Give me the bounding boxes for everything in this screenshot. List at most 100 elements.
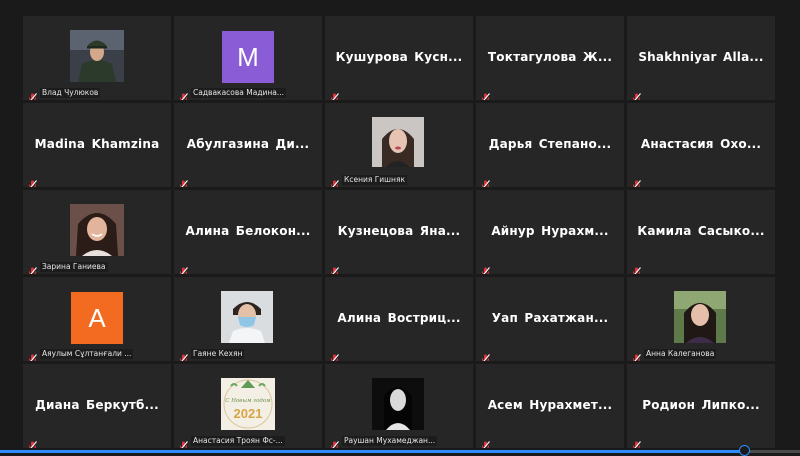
participant-tile[interactable]: Абулгазина Ди... [174,103,322,187]
participant-display-name: Аяулым Сұлтанғали ... [40,349,133,359]
muted-microphone-icon [330,349,339,359]
participant-display-name: Раушан Мухамеджан... [342,436,437,446]
participant-name: Алина Белокон... [174,224,322,238]
participant-name: Уап Рахатжан... [476,311,624,325]
muted-microphone-icon [632,349,641,359]
participant-label: Ксения Гишняк [330,174,407,185]
participant-tile[interactable]: Ксения Гишняк [325,103,473,187]
muted-microphone-icon [28,175,37,185]
muted-microphone-icon [28,349,37,359]
participant-display-name: Влад Чулюков [40,88,100,98]
muted-microphone-icon [179,88,188,98]
participant-tile[interactable]: Кушурова Кусн... [325,16,473,100]
participant-tile[interactable]: Айнур Нурахм... [476,190,624,274]
muted-microphone-icon [28,88,37,98]
avatar: A [71,292,123,344]
participant-tile[interactable]: С Новым годом 2021 Анастасия Троян Фс-... [174,364,322,448]
avatar: M [222,31,274,83]
participant-tile[interactable]: Shakhniyar Alla... [627,16,775,100]
participant-label [481,87,493,98]
progress-thumb[interactable] [739,445,750,456]
participant-name: Родион Липко... [627,398,775,412]
participant-gallery: Влад Чулюков M Садвакасова Мадина... Кушуро… [0,0,800,453]
participant-name: Кушурова Кусн... [325,50,473,64]
video-thumbnail: С Новым годом 2021 [221,378,275,430]
participant-tile[interactable]: Алина Востриц... [325,277,473,361]
participant-tile[interactable]: Токтагулова Ж... [476,16,624,100]
participant-label [179,261,191,272]
participant-tile[interactable]: Зарина Ганиева [23,190,171,274]
participant-label: Зарина Ганиева [28,261,108,272]
participant-name: Камила Сасыко... [627,224,775,238]
participant-label: Влад Чулюков [28,87,100,98]
participant-tile[interactable]: Madina Khamzina [23,103,171,187]
muted-microphone-icon [179,262,188,272]
participant-tile[interactable]: Анастасия Охо... [627,103,775,187]
video-thumbnail [221,291,275,343]
video-thumbnail [674,291,728,343]
participant-label [632,174,644,185]
participant-tile[interactable]: Уап Рахатжан... [476,277,624,361]
participant-name: Асем Нурахмет... [476,398,624,412]
participant-tile[interactable]: Гаяне Кехян [174,277,322,361]
participant-name: Анастасия Охо... [627,137,775,151]
participant-name: Алина Востриц... [325,311,473,325]
participant-tile[interactable]: Асем Нурахмет... [476,364,624,448]
participant-display-name: Гаяне Кехян [191,349,244,359]
video-thumbnail [372,117,426,169]
participant-display-name: Анастасия Троян Фс-... [191,436,285,446]
participant-tile[interactable]: Раушан Мухамеджан... [325,364,473,448]
participant-label [330,348,342,359]
participant-label [28,435,40,446]
muted-microphone-icon [179,175,188,185]
muted-microphone-icon [632,88,641,98]
participant-label [330,87,342,98]
muted-microphone-icon [330,88,339,98]
participant-label [481,174,493,185]
participant-display-name: Садвакасова Мадина... [191,88,286,98]
participant-name: Абулгазина Ди... [174,137,322,151]
participant-label [179,174,191,185]
muted-microphone-icon [481,262,490,272]
muted-microphone-icon [330,436,339,446]
muted-microphone-icon [632,262,641,272]
muted-microphone-icon [632,175,641,185]
participant-tile[interactable]: Родион Липко... [627,364,775,448]
muted-microphone-icon [481,175,490,185]
muted-microphone-icon [28,436,37,446]
participant-label [632,87,644,98]
participant-name: Дарья Степано... [476,137,624,151]
participant-label: Раушан Мухамеджан... [330,435,437,446]
muted-microphone-icon [179,349,188,359]
muted-microphone-icon [481,349,490,359]
participant-display-name: Ксения Гишняк [342,175,407,185]
participant-label: Анна Калеганова [632,348,716,359]
video-thumbnail [70,30,124,82]
muted-microphone-icon [330,175,339,185]
svg-text:2021: 2021 [234,406,263,421]
participant-label [481,348,493,359]
participant-name: Диана Беркутб... [23,398,171,412]
participant-tile[interactable]: A Аяулым Сұлтанғали ... [23,277,171,361]
participant-label: Анастасия Троян Фс-... [179,435,285,446]
participant-tile[interactable]: Диана Беркутб... [23,364,171,448]
participant-label [28,174,40,185]
participant-tile[interactable]: Влад Чулюков [23,16,171,100]
svg-text:С Новым годом: С Новым годом [225,398,271,404]
muted-microphone-icon [632,436,641,446]
participant-label [632,261,644,272]
participant-tile[interactable]: Анна Калеганова [627,277,775,361]
participant-tile[interactable]: Кузнецова Яна... [325,190,473,274]
participant-tile[interactable]: Камила Сасыко... [627,190,775,274]
participant-name: Кузнецова Яна... [325,224,473,238]
participant-name: Madina Khamzina [23,137,171,151]
muted-microphone-icon [28,262,37,272]
participant-label [481,435,493,446]
participant-tile[interactable]: M Садвакасова Мадина... [174,16,322,100]
muted-microphone-icon [179,436,188,446]
participant-tile[interactable]: Дарья Степано... [476,103,624,187]
participant-name: Shakhniyar Alla... [627,50,775,64]
participant-name: Айнур Нурахм... [476,224,624,238]
participant-display-name: Зарина Ганиева [40,262,108,272]
participant-tile[interactable]: Алина Белокон... [174,190,322,274]
